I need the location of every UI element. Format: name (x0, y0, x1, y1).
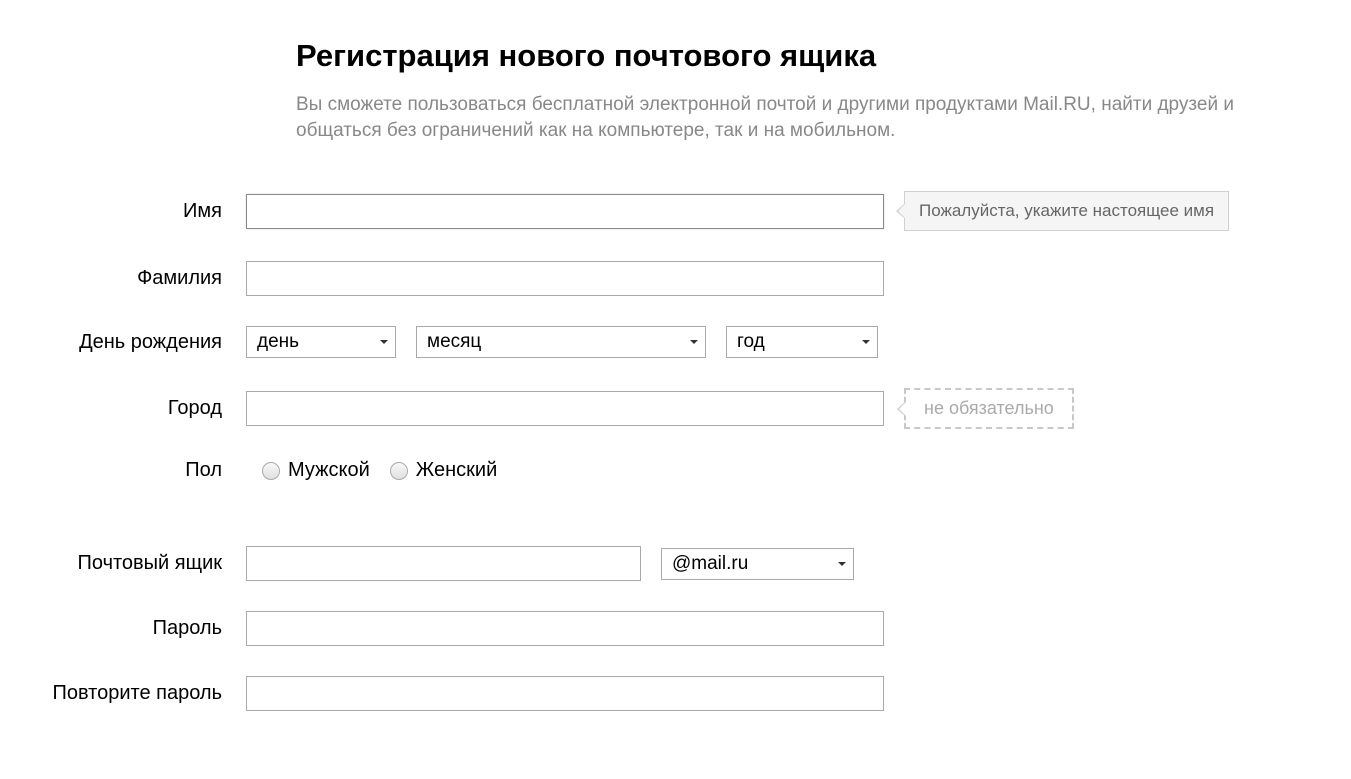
gender-male-label: Мужской (288, 459, 370, 482)
birthday-day-select[interactable]: день (246, 326, 396, 358)
page-title: Регистрация нового почтового ящика (296, 38, 1306, 74)
label-password-repeat: Повторите пароль (36, 682, 246, 705)
tooltip-first-name-hint: Пожалуйста, укажите настоящее имя (904, 191, 1229, 231)
mailbox-input[interactable] (246, 546, 641, 581)
label-city: Город (36, 397, 246, 420)
radio-icon (390, 462, 408, 480)
label-birthday: День рождения (36, 331, 246, 354)
label-mailbox: Почтовый ящик (36, 552, 246, 575)
birthday-month-value: месяц (427, 331, 481, 353)
tooltip-city-optional: не обязательно (904, 388, 1074, 429)
row-password-repeat: Повторите пароль (36, 676, 1331, 711)
row-password: Пароль (36, 611, 1331, 646)
password-input[interactable] (246, 611, 884, 646)
label-gender: Пол (36, 459, 246, 482)
gender-radio-group: Мужской Женский (262, 459, 497, 482)
gender-male-radio[interactable]: Мужской (262, 459, 370, 482)
first-name-input[interactable] (246, 194, 884, 229)
row-first-name: Имя Пожалуйста, укажите настоящее имя (36, 191, 1331, 231)
row-city: Город не обязательно (36, 388, 1331, 429)
heading-block: Регистрация нового почтового ящика Вы см… (296, 38, 1306, 143)
city-input[interactable] (246, 391, 884, 426)
birthday-year-select[interactable]: год (726, 326, 878, 358)
row-last-name: Фамилия (36, 261, 1331, 296)
last-name-input[interactable] (246, 261, 884, 296)
mailbox-domain-select[interactable]: @mail.ru (661, 548, 854, 580)
birthday-day-value: день (257, 331, 299, 353)
row-gender: Пол Мужской Женский (36, 459, 1331, 482)
label-password: Пароль (36, 617, 246, 640)
birthday-year-value: год (737, 331, 765, 353)
gender-female-label: Женский (416, 459, 497, 482)
row-birthday: День рождения день месяц год (36, 326, 1331, 358)
label-first-name: Имя (36, 200, 246, 223)
row-mailbox: Почтовый ящик @mail.ru (36, 546, 1331, 581)
gender-female-radio[interactable]: Женский (390, 459, 497, 482)
password-repeat-input[interactable] (246, 676, 884, 711)
page-subtitle: Вы сможете пользоваться бесплатной элект… (296, 92, 1306, 143)
registration-form: Регистрация нового почтового ящика Вы см… (36, 38, 1331, 711)
birthday-month-select[interactable]: месяц (416, 326, 706, 358)
radio-icon (262, 462, 280, 480)
mailbox-domain-value: @mail.ru (672, 553, 748, 575)
label-last-name: Фамилия (36, 267, 246, 290)
